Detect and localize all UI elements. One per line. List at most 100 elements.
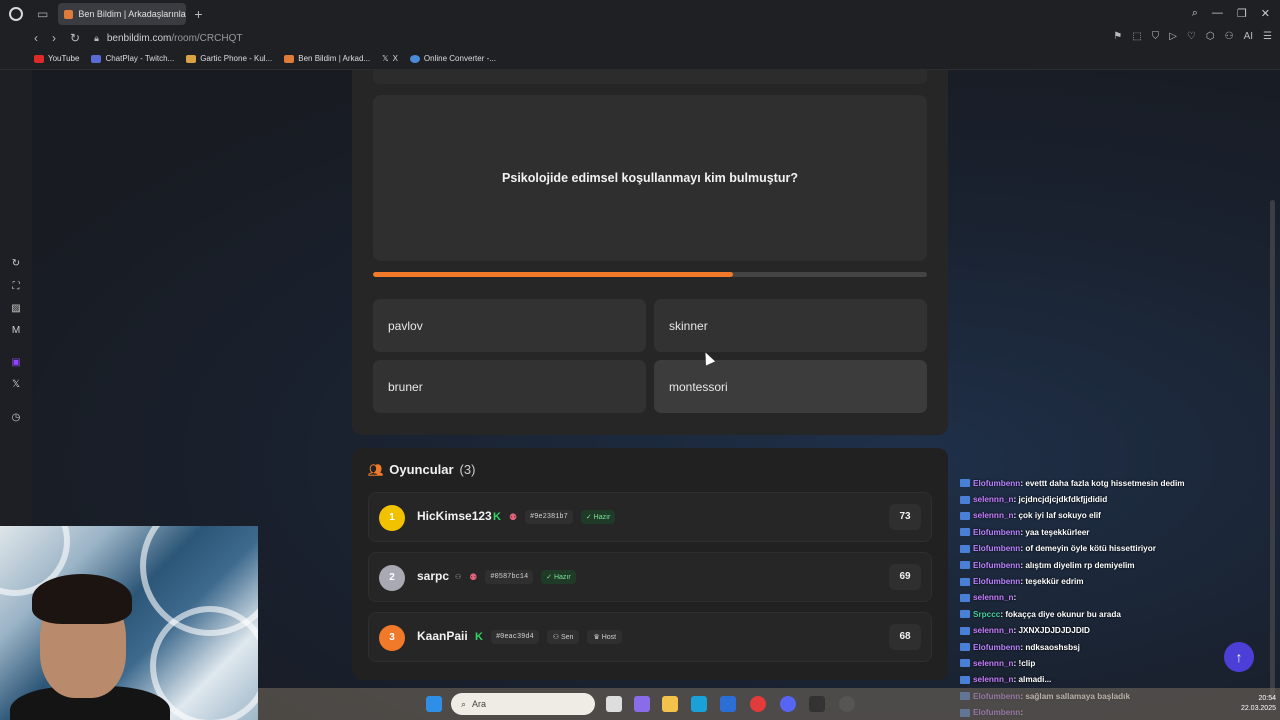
shield-icon[interactable]: ⛉ <box>1152 31 1160 42</box>
answer-option-2[interactable]: skinner <box>654 299 927 352</box>
chat-username: Elofumbenn <box>973 577 1021 587</box>
chat-username: Elofumbenn <box>973 544 1021 554</box>
opera-logo-icon[interactable] <box>9 7 23 21</box>
chat-username: Elofumbenn <box>973 527 1021 537</box>
clock-time: 20:54 <box>1258 695 1276 702</box>
heart-icon[interactable]: ♡ <box>1187 31 1196 42</box>
extensions-icon[interactable]: ⬡ <box>1206 31 1215 42</box>
page-scrollbar[interactable] <box>1270 200 1275 700</box>
maximize-button[interactable]: ❐ <box>1237 7 1247 20</box>
opera-taskbar-icon[interactable] <box>750 696 766 712</box>
chat-message: selennn_n: jcjdncjdjcjdkfdkfjjdidid <box>960 491 1260 507</box>
menu-icon[interactable]: ☰ <box>1263 31 1272 42</box>
taskbar-search[interactable]: ⌕ Ara <box>451 693 595 715</box>
reload-button[interactable]: ↻ <box>70 31 80 45</box>
clock-date: 22.03.2025 <box>1240 705 1276 712</box>
tab-menu-icon[interactable]: ▭ <box>37 7 48 21</box>
chat-username: selennn_n <box>973 511 1014 521</box>
timer-progress-fill <box>373 272 734 277</box>
flow-icon[interactable]: ⛶ <box>10 281 22 293</box>
chat-badge-icon <box>960 544 970 553</box>
ai-button[interactable]: AI <box>1244 31 1253 42</box>
taskbar-clock[interactable]: 20:54 22.03.2025 <box>1241 694 1276 714</box>
play-icon[interactable]: ▷ <box>1169 31 1177 42</box>
converter-icon <box>409 54 420 63</box>
twitch-icon[interactable]: ▣ <box>10 357 22 369</box>
scroll-to-top-button[interactable]: ↑ <box>1224 642 1254 672</box>
url-path: /room/CRCHQT <box>171 32 243 44</box>
chat-username: Elofumbenn <box>973 478 1021 488</box>
rank-badge: 3 <box>379 625 405 651</box>
bookmark-chatplay[interactable]: ChatPlay - Twitch... <box>91 54 174 63</box>
ready-badge: ✓ Hazır <box>580 510 616 524</box>
search-tabs-icon[interactable]: ⌕ <box>1192 7 1198 20</box>
bookmark-x[interactable]: 𝕏X <box>382 54 398 63</box>
copilot-icon[interactable] <box>634 696 650 712</box>
chat-message: Elofumbenn: yaa teşekkürleer <box>960 524 1260 540</box>
players-count: (3) <box>459 462 476 477</box>
discord-icon[interactable] <box>780 696 796 712</box>
snapshot-icon[interactable]: ⬚ <box>1132 31 1141 42</box>
new-tab-button[interactable]: + <box>194 6 202 22</box>
edge-icon[interactable] <box>691 696 707 712</box>
user-remove-icon[interactable]: ⚉ <box>469 572 477 583</box>
url-host: benbildim.com <box>106 32 172 44</box>
youtube-icon <box>34 54 44 63</box>
windows-start-icon[interactable] <box>426 696 442 712</box>
browser-toolbar-right: ⚑ ⬚ ⛉ ▷ ♡ ⬡ ⚇ AI ☰ <box>1113 31 1272 42</box>
chat-text: : alıştım diyelim rp demiyelim <box>1020 560 1135 570</box>
question-box: Psikolojide edimsel koşullanmayı kim bul… <box>373 95 927 261</box>
player-meta: K #0eac39d4 ⚇ Sen ♛ Host <box>475 630 623 644</box>
answer-option-3[interactable]: bruner <box>373 360 646 413</box>
chat-message: selennn_n: almadi... <box>960 672 1260 688</box>
minimize-button[interactable]: — <box>1212 7 1223 20</box>
account-icon[interactable]: ⚇ <box>1225 31 1234 42</box>
chat-message: selennn_n: <box>960 590 1260 606</box>
messenger-icon[interactable]: M <box>10 325 22 337</box>
history-refresh-icon[interactable]: ↻ <box>10 258 22 270</box>
chat-badge-icon <box>960 495 970 504</box>
player-row: 1 HicKimse123 K ⚉ #9e2381b7 ✓ Hazır 73 <box>368 492 932 542</box>
forward-button[interactable]: › <box>52 31 56 45</box>
rank-badge: 1 <box>379 505 405 531</box>
browser-tab-bar: ▭ Ben Bildim | Arkadaşlarınla + ⌕ — ❐ ✕ <box>0 0 1280 28</box>
bookmark-benbildim[interactable]: Ben Bildim | Arkad... <box>284 54 370 63</box>
chat-badge-icon <box>960 479 970 488</box>
clock-icon[interactable]: ◷ <box>10 412 22 424</box>
player-row: 3 KaanPaii K #0eac39d4 ⚇ Sen ♛ Host 68 <box>368 612 932 662</box>
store-icon[interactable] <box>720 696 736 712</box>
question-text: Psikolojide edimsel koşullanmayı kim bul… <box>502 171 798 185</box>
players-title: Oyuncular <box>389 462 454 477</box>
lock-icon[interactable]: 🔒︎ <box>94 33 99 44</box>
chat-text: : jcjdncjdjcjdkfdkfjjdidid <box>1013 495 1108 505</box>
gartic-icon <box>186 54 197 63</box>
bookmark-gartic[interactable]: Gartic Phone - Kul... <box>186 54 272 63</box>
chat-text: : çok iyi laf sokuyo elif <box>1013 511 1101 521</box>
obs-icon[interactable] <box>809 696 825 712</box>
file-explorer-icon[interactable] <box>662 696 678 712</box>
x-sidebar-icon[interactable]: 𝕏 <box>10 379 22 391</box>
browser-tab-active[interactable]: Ben Bildim | Arkadaşlarınla <box>58 3 187 25</box>
close-button[interactable]: ✕ <box>1261 7 1270 20</box>
chat-message: selennn_n: !clip <box>960 655 1260 671</box>
bookmark-youtube[interactable]: YouTube <box>34 54 79 63</box>
ready-badge: ✓ Hazır <box>541 570 576 584</box>
kick-logo-icon: K <box>493 511 501 523</box>
user-remove-icon[interactable]: ⚉ <box>509 512 517 523</box>
chat-badge-icon <box>960 593 970 602</box>
player-id-badge: #0eac39d4 <box>490 630 539 644</box>
app-icon[interactable] <box>839 696 855 712</box>
chat-message: Srpccc: fokaçça diye okunur bu arada <box>960 606 1260 622</box>
answer-option-4[interactable]: montessori <box>654 360 927 413</box>
bookmark-icon[interactable]: ⚑ <box>1113 31 1122 42</box>
chat-username: selennn_n <box>973 626 1014 636</box>
address-bar: ‹ › ↻ 🔒︎ benbildim.com/room/CRCHQT ⚑ ⬚ ⛉… <box>0 28 1280 48</box>
rank-badge: 2 <box>379 565 405 591</box>
pinboard-icon[interactable]: ▨ <box>10 303 22 315</box>
answer-option-1[interactable]: pavlov <box>373 299 646 352</box>
player-meta: K ⚉ #9e2381b7 ✓ Hazır <box>493 510 616 524</box>
task-view-icon[interactable] <box>606 696 622 712</box>
back-button[interactable]: ‹ <box>34 31 38 45</box>
bookmark-online-converter[interactable]: Online Converter -... <box>409 54 496 63</box>
url-field[interactable]: benbildim.com/room/CRCHQT <box>107 33 243 44</box>
